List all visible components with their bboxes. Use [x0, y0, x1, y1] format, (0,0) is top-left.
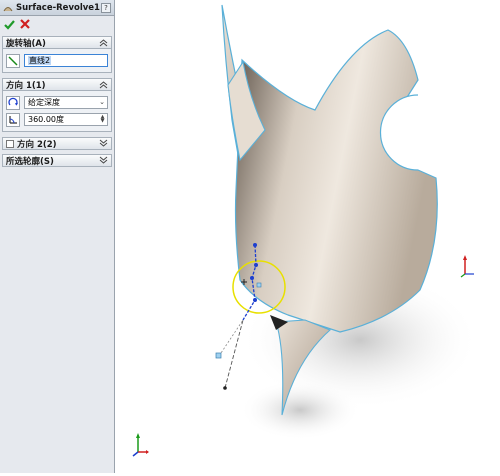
sketch-point-handle[interactable] — [215, 352, 222, 359]
direction2-section-title: 方向 2(2) — [17, 139, 57, 150]
axis-selection-value: 直线2 — [28, 56, 52, 65]
axis-sketch-line[interactable] — [224, 319, 244, 389]
selected-contours-title: 所选轮廓(S) — [6, 156, 54, 167]
sketch-point[interactable] — [253, 243, 257, 247]
reverse-direction-icon[interactable] — [6, 95, 20, 110]
angle-icon — [6, 112, 20, 127]
axis-section-header[interactable]: 旋转轴(A) — [2, 36, 112, 49]
sketch-endpoint[interactable] — [223, 386, 227, 390]
axis-line-icon — [6, 53, 20, 68]
selected-contours-section-header[interactable]: 所选轮廓(S) — [2, 154, 112, 167]
revolve-feature-icon — [3, 6, 13, 11]
chevron-down-icon: ⌄ — [99, 98, 105, 106]
collapse-chevron-icon — [99, 81, 108, 89]
action-bar — [0, 16, 114, 32]
sketch-point[interactable] — [254, 263, 258, 267]
view-triad-icon[interactable] — [130, 430, 150, 458]
direction2-checkbox[interactable] — [6, 139, 14, 148]
ok-button[interactable] — [3, 18, 15, 30]
expand-chevron-icon — [99, 139, 108, 147]
help-button[interactable]: ? — [101, 2, 111, 13]
sketch-point[interactable] — [250, 276, 254, 280]
reference-triad-icon — [460, 255, 474, 278]
axis-section-body: 直线2 — [2, 49, 112, 73]
end-condition-value: 给定深度 — [28, 98, 60, 107]
cancel-button[interactable] — [19, 18, 31, 30]
expand-chevron-icon — [99, 156, 108, 164]
direction1-section-title: 方向 1(1) — [6, 80, 46, 91]
spinner-arrows-icon[interactable]: ▲ ▼ — [99, 115, 106, 124]
sketch-point-handle[interactable] — [256, 282, 262, 288]
revolved-surface-body[interactable] — [234, 29, 438, 333]
sketch-point[interactable] — [253, 298, 257, 302]
direction2-section-header[interactable]: 方向 2(2) — [2, 137, 112, 150]
graphics-viewport[interactable] — [115, 0, 500, 473]
end-condition-dropdown[interactable]: 给定深度 ⌄ — [24, 96, 108, 109]
direction1-section-header[interactable]: 方向 1(1) — [2, 78, 112, 91]
checkmark-icon — [3, 19, 15, 30]
axis-sketch-line — [218, 319, 244, 357]
close-icon — [20, 19, 30, 29]
collapse-chevron-icon — [99, 39, 108, 47]
direction1-section-body: 给定深度 ⌄ 360.00度 ▲ ▼ — [2, 91, 112, 132]
part-model[interactable] — [115, 0, 500, 473]
angle-value: 360.00度 — [28, 115, 64, 124]
floor-shadow — [240, 380, 360, 440]
feature-title: Surface-Revolve1 — [16, 2, 100, 13]
axis-selection-box[interactable]: 直线2 — [24, 54, 108, 67]
axis-section-title: 旋转轴(A) — [6, 38, 46, 49]
angle-input[interactable]: 360.00度 ▲ ▼ — [24, 113, 108, 126]
feature-titlebar: Surface-Revolve1 ? — [0, 0, 114, 16]
property-manager-panel: Surface-Revolve1 ? 旋转轴(A) 直线2 方向 1(1) 给定… — [0, 0, 115, 473]
